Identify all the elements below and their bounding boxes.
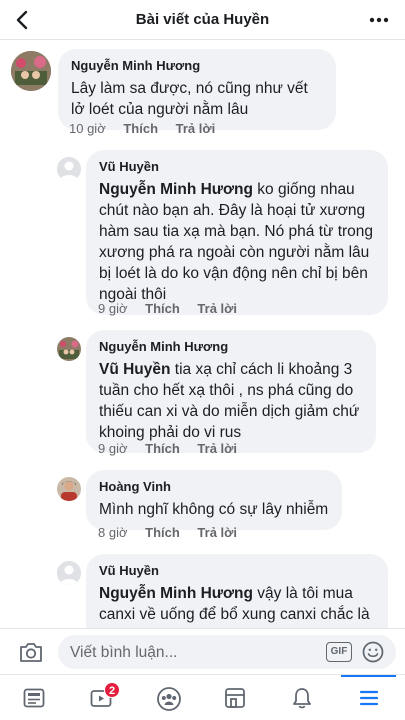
comment-time: 10 giờ (69, 121, 106, 136)
comment-bubble: Nguyễn Minh Hương Vũ Huyền tia xạ chỉ cá… (86, 330, 376, 453)
tab-notifications[interactable] (268, 675, 335, 720)
comment-bubble: Vũ Huyền Nguyễn Minh Hương vậy là tôi mu… (86, 554, 388, 628)
comment-text: Nguyễn Minh Hương vậy là tôi mua canxi v… (99, 583, 375, 628)
like-button[interactable]: Thích (145, 441, 180, 456)
news-feed-icon (23, 688, 45, 708)
avatar[interactable] (57, 561, 81, 585)
default-avatar-icon (57, 561, 81, 585)
camera-icon[interactable] (18, 640, 44, 664)
reply-comment: Vũ Huyền Nguyễn Minh Hương ko giống nhau… (0, 148, 405, 326)
like-button[interactable]: Thích (145, 301, 180, 316)
bell-icon (293, 688, 311, 709)
comment-bubble: Vũ Huyền Nguyễn Minh Hương ko giống nhau… (86, 150, 388, 315)
comment-text: Vũ Huyền tia xạ chỉ cách li khoảng 3 tuầ… (99, 359, 363, 443)
avatar-photo-icon (11, 51, 51, 91)
comment-actions: 8 giờ Thích Trả lời (98, 525, 251, 540)
comment-actions: 10 giờ Thích Trả lời (69, 121, 229, 136)
reply-button[interactable]: Trả lời (197, 301, 237, 316)
page-title: Bài viết của Huyền (135, 11, 270, 28)
comment-author[interactable]: Nguyễn Minh Hương (71, 58, 323, 74)
tab-marketplace[interactable] (201, 675, 268, 720)
emoji-icon[interactable] (362, 641, 384, 663)
reply-comment: Nguyễn Minh Hương Vũ Huyền tia xạ chỉ cá… (0, 328, 405, 466)
comment-author[interactable]: Vũ Huyền (99, 159, 375, 175)
groups-icon (157, 687, 181, 711)
avatar[interactable] (11, 51, 51, 91)
reply-button[interactable]: Trả lời (197, 525, 237, 540)
default-avatar-icon (57, 157, 81, 181)
comment-author[interactable]: Vũ Huyền (99, 563, 375, 579)
avatar[interactable] (57, 157, 81, 181)
tab-watch[interactable]: 2 (67, 675, 134, 720)
comment-text: Mình nghĩ không có sự lây nhiễm (99, 501, 329, 518)
comment-input[interactable]: Viết bình luận... GIF (58, 635, 396, 669)
comment-composer: Viết bình luận... GIF (0, 628, 405, 674)
avatar[interactable] (57, 337, 81, 361)
like-button[interactable]: Thích (123, 121, 158, 136)
reply-comment: Vũ Huyền Nguyễn Minh Hương vậy là tôi mu… (0, 552, 405, 628)
comment-body: ko giống nhau chút nào bạn ah. Đây là ho… (99, 181, 374, 303)
comment-bubble: Nguyễn Minh Hương Lây làm sa được, nó cũ… (58, 49, 336, 130)
avatar-photo-icon (57, 337, 81, 361)
comment-thread: Nguyễn Minh Hương Lây làm sa được, nó cũ… (0, 40, 405, 628)
comment-text: Nguyễn Minh Hương ko giống nhau chút nào… (99, 179, 375, 305)
bottom-tab-bar: 2 (0, 674, 405, 720)
comment-actions: 9 giờ Thích Trả lời (98, 301, 251, 316)
tab-news-feed[interactable] (0, 675, 67, 720)
reply-button[interactable]: Trả lời (176, 121, 216, 136)
mention-tag[interactable]: Vũ Huyền (99, 361, 170, 378)
mention-tag[interactable]: Nguyễn Minh Hương (99, 585, 253, 602)
reply-comment: Hoàng Vinh Mình nghĩ không có sự lây nhi… (0, 468, 405, 550)
menu-icon (359, 690, 379, 706)
gif-button[interactable]: GIF (326, 642, 352, 662)
like-button[interactable]: Thích (145, 525, 180, 540)
comment: Nguyễn Minh Hương Lây làm sa được, nó cũ… (0, 40, 405, 144)
tab-groups[interactable] (134, 675, 201, 720)
comment-author[interactable]: Nguyễn Minh Hương (99, 339, 363, 355)
comment-bubble: Hoàng Vinh Mình nghĩ không có sự lây nhi… (86, 470, 342, 530)
comment-placeholder: Viết bình luận... (70, 644, 178, 661)
comment-author[interactable]: Hoàng Vinh (99, 479, 329, 495)
more-options-icon[interactable] (367, 8, 391, 32)
mention-tag[interactable]: Nguyễn Minh Hương (99, 181, 253, 198)
notification-badge: 2 (104, 682, 120, 698)
comment-actions: 9 giờ Thích Trả lời (98, 441, 251, 456)
avatar[interactable] (57, 477, 81, 501)
comment-time: 8 giờ (98, 525, 128, 540)
avatar-photo-icon (57, 477, 81, 501)
marketplace-icon (225, 688, 245, 708)
comment-text: Lây làm sa được, nó cũng như vết lở loét… (71, 80, 308, 118)
reply-button[interactable]: Trả lời (197, 441, 237, 456)
comment-time: 9 giờ (98, 441, 128, 456)
tab-menu[interactable] (335, 675, 402, 720)
top-bar: Bài viết của Huyền (0, 0, 405, 40)
comment-time: 9 giờ (98, 301, 128, 316)
